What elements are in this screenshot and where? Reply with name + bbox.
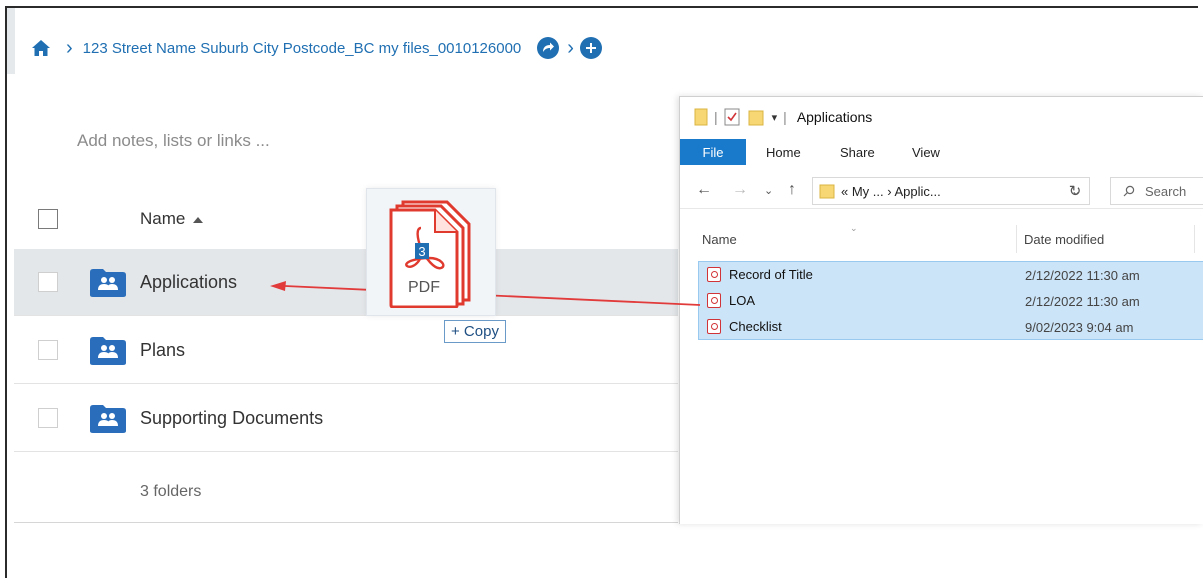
left-rail — [7, 8, 15, 74]
chevron-right-icon: › — [66, 37, 73, 59]
search-icon — [1123, 185, 1135, 197]
explorer-title: Applications — [796, 109, 873, 125]
up-arrow-icon[interactable]: ↑ — [788, 181, 796, 199]
folder-name[interactable]: Supporting Documents — [140, 408, 323, 429]
search-placeholder: Search — [1145, 183, 1187, 199]
home-icon[interactable] — [30, 37, 52, 59]
select-all-checkbox[interactable] — [38, 209, 58, 229]
shared-folder-icon — [90, 337, 126, 365]
name-column-header[interactable]: Name — [702, 232, 737, 247]
file-row[interactable]: Checklist 9/02/2023 9:04 am — [699, 314, 1203, 340]
explorer-navbar: ← → ⌄ ↑ « My ... › Applic... ⌄ ↻ Search — [680, 173, 1203, 209]
explorer-titlebar: | ▾ | Applications — [680, 97, 1203, 137]
refresh-icon[interactable]: ↻ — [1060, 177, 1090, 205]
breadcrumb-path[interactable]: 123 Street Name Suburb City Postcode_BC … — [83, 40, 522, 57]
address-path: « My ... › Applic... — [841, 183, 941, 199]
pdf-file-icon — [707, 267, 721, 282]
quick-access-dropdown-icon[interactable]: ▾ — [772, 111, 778, 124]
drag-ghost: 3 PDF — [366, 188, 496, 316]
file-name: Checklist — [729, 319, 782, 334]
folder-row-supporting-documents[interactable]: Supporting Documents — [14, 385, 678, 452]
file-row[interactable]: LOA 2/12/2022 11:30 am — [699, 288, 1203, 314]
file-name: LOA — [729, 293, 756, 308]
shared-folder-icon — [90, 269, 126, 297]
file-date: 2/12/2022 11:30 am — [1025, 268, 1140, 283]
explorer-column-header: ⌄ Name Date modified — [680, 223, 1203, 253]
properties-icon[interactable] — [724, 108, 740, 126]
sort-caret-icon: ⌄ — [850, 223, 858, 233]
pdf-file-icon — [707, 293, 721, 308]
selected-files: Record of Title 2/12/2022 11:30 am LOA 2… — [698, 261, 1203, 340]
row-checkbox[interactable] — [38, 408, 58, 428]
copy-tooltip: + Copy — [444, 320, 506, 343]
go-arrow-icon[interactable] — [537, 37, 560, 59]
name-column-label: Name — [140, 209, 186, 228]
pdf-stack-icon: 3 PDF — [389, 200, 471, 308]
folder-row-plans[interactable]: Plans — [14, 317, 678, 384]
separator: | — [783, 109, 787, 125]
column-divider[interactable] — [1016, 225, 1017, 253]
pdf-file-icon — [707, 319, 721, 334]
file-name: Record of Title — [729, 267, 813, 282]
tab-view[interactable]: View — [912, 139, 940, 165]
folder-count: 3 folders — [140, 483, 202, 500]
sort-ascending-icon — [193, 216, 204, 223]
folder-row-applications[interactable]: Applications — [14, 249, 678, 316]
forward-arrow-icon[interactable]: → — [732, 181, 748, 199]
column-divider[interactable] — [1194, 225, 1195, 253]
row-checkbox[interactable] — [38, 340, 58, 360]
list-header: Name — [14, 196, 678, 244]
folder-name[interactable]: Applications — [140, 272, 237, 293]
tab-home[interactable]: Home — [766, 139, 801, 165]
ribbon-tabs: File Home Share View — [680, 139, 1203, 165]
recent-locations-icon[interactable]: ⌄ — [764, 184, 773, 197]
folder-icon — [694, 108, 708, 126]
pdf-label: PDF — [408, 279, 440, 296]
divider — [14, 522, 678, 523]
notes-input[interactable]: Add notes, lists or links ... — [77, 131, 270, 151]
date-column-header[interactable]: Date modified — [1024, 232, 1104, 247]
add-icon[interactable] — [579, 37, 602, 59]
drag-count-badge: 3 — [418, 244, 425, 259]
back-arrow-icon[interactable]: ← — [696, 181, 712, 199]
file-row[interactable]: Record of Title 2/12/2022 11:30 am — [699, 262, 1203, 288]
breadcrumb: › 123 Street Name Suburb City Postcode_B… — [30, 36, 602, 60]
tab-share[interactable]: Share — [840, 139, 875, 165]
file-explorer-window: | ▾ | Applications File Home Share View … — [679, 96, 1203, 524]
file-date: 2/12/2022 11:30 am — [1025, 294, 1140, 309]
folder-name[interactable]: Plans — [140, 340, 185, 361]
name-column-header[interactable]: Name — [140, 209, 204, 229]
row-checkbox[interactable] — [38, 272, 58, 292]
chevron-right-icon: › — [567, 37, 574, 59]
shared-folder-icon — [90, 405, 126, 433]
separator: | — [714, 109, 718, 125]
address-bar[interactable]: « My ... › Applic... ⌄ — [812, 177, 1090, 205]
folder-icon — [819, 184, 835, 199]
tab-file[interactable]: File — [680, 139, 746, 165]
file-date: 9/02/2023 9:04 am — [1025, 320, 1134, 335]
search-input[interactable]: Search — [1110, 177, 1203, 205]
new-folder-icon[interactable] — [748, 108, 764, 126]
